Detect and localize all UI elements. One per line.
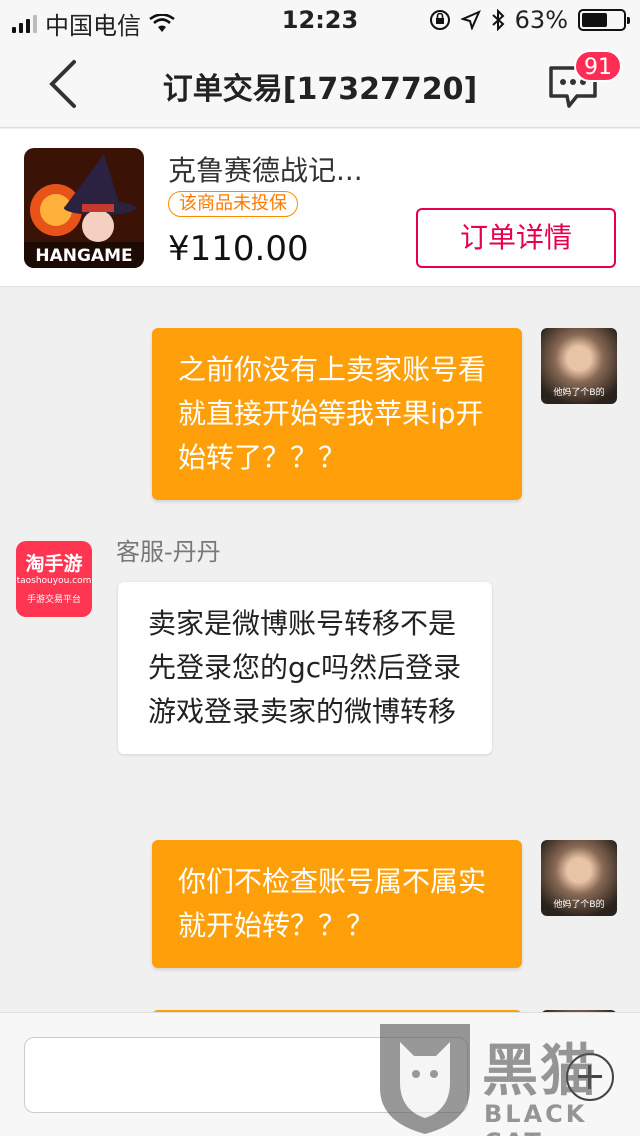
message-bubble-outgoing: 之前你没有上卖家账号看就直接开始等我苹果ip开始转了？？？ <box>152 328 522 500</box>
thumbnail-label: HANGAME <box>35 246 132 266</box>
insurance-tag: 该商品未投保 <box>168 191 298 217</box>
user-avatar[interactable]: 他妈了个B的 <box>541 840 617 916</box>
input-bar <box>0 1012 640 1136</box>
battery-icon <box>578 9 630 31</box>
add-attachment-icon[interactable] <box>566 1053 614 1101</box>
service-logo-url: taoshouyou.com <box>16 576 92 586</box>
location-icon <box>460 10 481 30</box>
page-title: 订单交易[17327720] <box>162 72 478 107</box>
product-name: 克鲁赛德战记... <box>168 154 363 187</box>
bluetooth-icon <box>491 9 505 31</box>
service-logo-title: 淘手游 <box>25 553 83 575</box>
rotation-lock-icon <box>429 10 450 30</box>
sender-name: 客服-丹丹 <box>116 538 221 566</box>
unread-badge: 91 <box>574 50 622 82</box>
back-arrow-icon[interactable] <box>44 58 84 110</box>
message-bubble-outgoing: 你们不检查账号属不属实 就开始转？？？ <box>152 840 522 968</box>
service-avatar[interactable]: 淘手游 taoshouyou.com 手游交易平台 <box>16 541 92 617</box>
nav-bar: 订单交易[17327720] 91 <box>0 40 640 128</box>
battery-percent: 63% <box>514 6 568 34</box>
product-card: HANGAME 克鲁赛德战记... 该商品未投保 ¥110.00 订单详情 <box>0 129 640 287</box>
status-bar: 中国电信 12:23 63% <box>0 0 640 40</box>
chat-area[interactable]: 之前你没有上卖家账号看就直接开始等我苹果ip开始转了？？？ 他妈了个B的 淘手游… <box>0 288 640 1012</box>
user-avatar-caption: 他妈了个B的 <box>553 900 605 910</box>
game-thumbnail[interactable]: HANGAME <box>24 148 144 268</box>
status-bar-right: 63% <box>429 6 630 34</box>
message-bubble-incoming: 卖家是微博账号转移不是先登录您的gc吗然后登录游戏登录卖家的微博转移 <box>118 582 492 754</box>
user-avatar-caption: 他妈了个B的 <box>553 388 605 398</box>
message-input[interactable] <box>24 1037 468 1113</box>
order-detail-button[interactable]: 订单详情 <box>416 208 616 268</box>
battery-level <box>582 13 608 27</box>
product-price: ¥110.00 <box>168 229 309 269</box>
user-avatar[interactable]: 他妈了个B的 <box>541 328 617 404</box>
service-logo-sub: 手游交易平台 <box>26 595 81 605</box>
